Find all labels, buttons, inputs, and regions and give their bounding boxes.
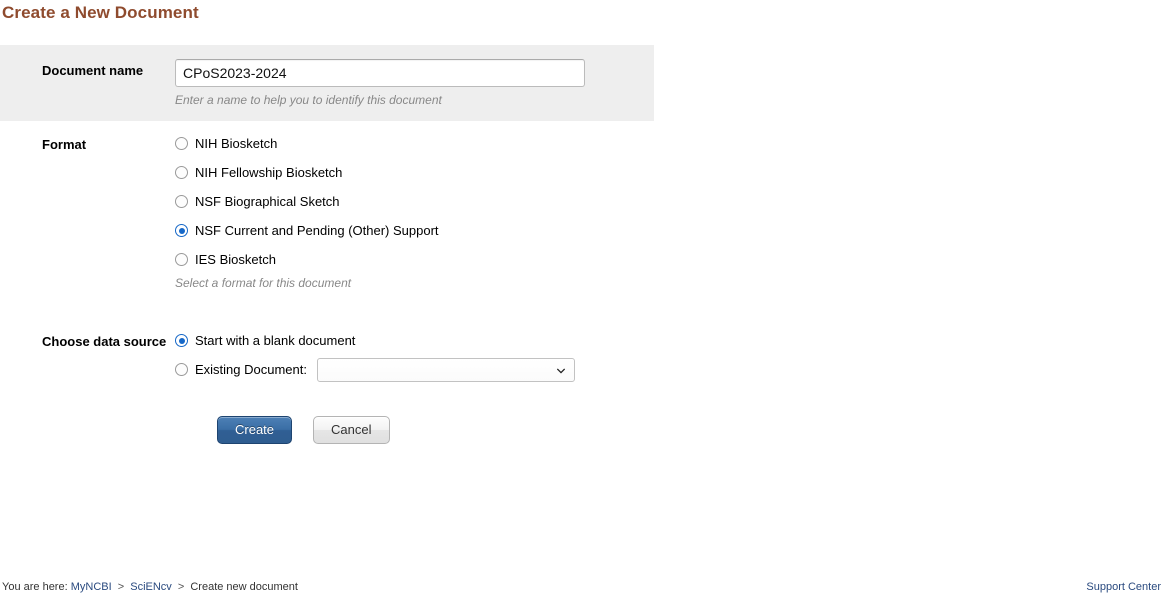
- cancel-button[interactable]: Cancel: [313, 416, 390, 444]
- format-option-label: NIH Biosketch: [195, 136, 278, 151]
- breadcrumb-current: Create new document: [190, 581, 298, 593]
- format-option-nih-fellowship-biosketch[interactable]: NIH Fellowship Biosketch: [175, 162, 1163, 183]
- radio-icon[interactable]: [175, 137, 188, 150]
- document-name-control: Enter a name to help you to identify thi…: [175, 59, 654, 107]
- document-name-row: Document name Enter a name to help you t…: [0, 59, 654, 107]
- format-option-ies-biosketch[interactable]: IES Biosketch: [175, 249, 1163, 270]
- format-hint: Select a format for this document: [175, 276, 352, 290]
- chevron-down-icon: [557, 367, 565, 374]
- data-source-option-blank-document[interactable]: Start with a blank document: [175, 330, 1163, 351]
- document-name-input[interactable]: [175, 59, 585, 87]
- format-option-label: IES Biosketch: [195, 252, 276, 267]
- breadcrumb-prefix: You are here:: [2, 581, 68, 593]
- format-option-label: NSF Current and Pending (Other) Support: [195, 223, 439, 238]
- create-document-form: Document name Enter a name to help you t…: [0, 45, 1163, 444]
- data-source-control: Start with a blank document Existing Doc…: [175, 330, 1163, 382]
- format-option-nih-biosketch[interactable]: NIH Biosketch: [175, 133, 1163, 154]
- data-source-option-label: Start with a blank document: [195, 333, 356, 348]
- document-name-label: Document name: [42, 63, 144, 78]
- form-actions: Create Cancel: [0, 416, 1163, 444]
- document-name-hint: Enter a name to help you to identify thi…: [175, 93, 442, 107]
- page-footer: You are here: MyNCBI > SciENcv > Create …: [0, 581, 1163, 597]
- format-section: Format NIH Biosketch NIH Fellowship Bios…: [0, 133, 1163, 290]
- radio-icon[interactable]: [175, 166, 188, 179]
- format-option-nsf-current-and-pending-support[interactable]: NSF Current and Pending (Other) Support: [175, 220, 1163, 241]
- support-center: Support Center: [1086, 581, 1161, 593]
- existing-document-select[interactable]: [317, 357, 575, 382]
- format-option-label: NIH Fellowship Biosketch: [195, 165, 343, 180]
- format-control: NIH Biosketch NIH Fellowship Biosketch N…: [175, 133, 1163, 290]
- data-source-section: Choose data source Start with a blank do…: [0, 330, 1163, 382]
- breadcrumb: You are here: MyNCBI > SciENcv > Create …: [2, 581, 298, 593]
- radio-icon[interactable]: [175, 253, 188, 266]
- breadcrumb-link-sciencv[interactable]: SciENcv: [130, 581, 172, 593]
- format-option-nsf-biographical-sketch[interactable]: NSF Biographical Sketch: [175, 191, 1163, 212]
- radio-icon[interactable]: [175, 195, 188, 208]
- data-source-option-label: Existing Document:: [195, 362, 307, 377]
- format-option-label: NSF Biographical Sketch: [195, 194, 340, 209]
- radio-icon-selected[interactable]: [175, 334, 188, 347]
- data-source-label: Choose data source: [42, 334, 167, 349]
- data-source-radio-group: Start with a blank document Existing Doc…: [175, 330, 1163, 382]
- create-button[interactable]: Create: [217, 416, 293, 444]
- breadcrumb-separator: >: [177, 581, 185, 593]
- breadcrumb-separator: >: [117, 581, 125, 593]
- format-radio-group: NIH Biosketch NIH Fellowship Biosketch N…: [175, 133, 1163, 270]
- breadcrumb-link-myncbi[interactable]: MyNCBI: [71, 581, 112, 593]
- support-center-link[interactable]: Support Center: [1086, 581, 1161, 593]
- radio-icon-selected[interactable]: [175, 224, 188, 237]
- data-source-option-existing-document[interactable]: Existing Document:: [175, 357, 1163, 382]
- format-label: Format: [42, 137, 87, 152]
- radio-icon[interactable]: [175, 363, 188, 376]
- document-name-section: Document name Enter a name to help you t…: [0, 45, 654, 121]
- page-title: Create a New Document: [2, 3, 199, 22]
